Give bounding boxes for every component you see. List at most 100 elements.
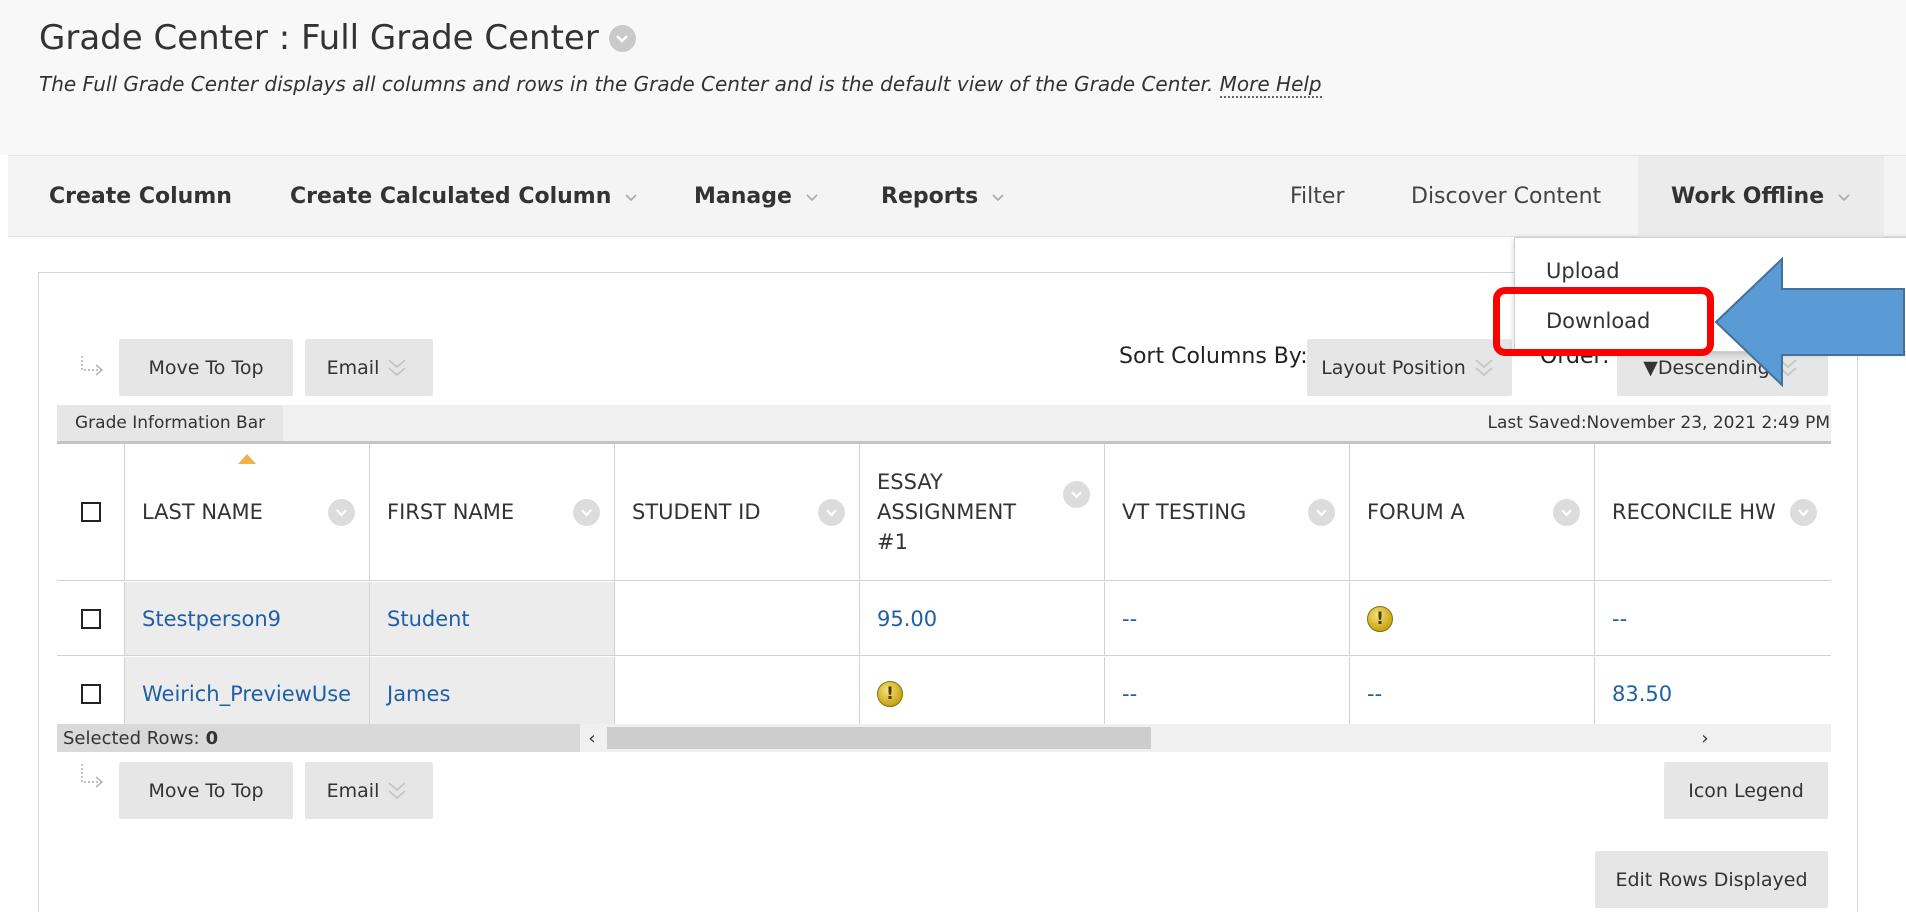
icon-legend-button[interactable]: Icon Legend xyxy=(1664,762,1828,819)
cell-last-name[interactable]: Stestperson9 xyxy=(125,582,370,655)
horizontal-scrollbar[interactable]: ‹ › xyxy=(580,724,1831,752)
email-menu-button-bottom[interactable]: Email xyxy=(305,762,433,819)
move-to-top-button[interactable]: Move To Top xyxy=(119,339,293,396)
filter-button[interactable]: Filter xyxy=(1290,156,1344,237)
email-label: Email xyxy=(326,356,380,379)
chevron-down-icon xyxy=(625,193,637,201)
cell-reconcile-hw[interactable]: -- xyxy=(1595,582,1831,655)
sort-columns-by-select[interactable]: Layout Position xyxy=(1307,339,1512,396)
page-title-text: Grade Center : Full Grade Center xyxy=(39,18,599,58)
column-header-reconcile-hw[interactable]: RECONCILE HW xyxy=(1595,444,1831,580)
cell-essay-assignment[interactable]: ! xyxy=(860,657,1105,731)
create-column-button[interactable]: Create Column xyxy=(49,156,232,237)
icon-legend-label: Icon Legend xyxy=(1688,779,1804,802)
manage-menu[interactable]: Manage xyxy=(694,156,820,237)
column-menu-chevron-icon[interactable] xyxy=(1553,499,1580,526)
email-menu-button[interactable]: Email xyxy=(305,339,433,396)
email-label: Email xyxy=(326,779,380,802)
column-header-label: FORUM A xyxy=(1367,500,1465,524)
column-header-essay-assignment[interactable]: ESSAY ASSIGNMENT #1 xyxy=(860,444,1105,580)
column-header-label: FIRST NAME xyxy=(387,500,515,524)
select-all-checkbox[interactable] xyxy=(80,502,101,522)
cell-last-name[interactable]: Weirich_PreviewUse xyxy=(125,657,370,731)
double-chevron-down-icon xyxy=(1475,358,1493,376)
move-to-top-button-bottom[interactable]: Move To Top xyxy=(119,762,293,819)
create-calculated-column-label: Create Calculated Column xyxy=(290,184,612,209)
selected-rows-label: Selected Rows: xyxy=(63,727,200,749)
column-menu-chevron-icon[interactable] xyxy=(1308,499,1335,526)
work-offline-menu[interactable]: Work Offline xyxy=(1638,156,1885,237)
column-header-vt-testing[interactable]: VT TESTING xyxy=(1105,444,1350,580)
cell-reconcile-hw[interactable]: 83.50 xyxy=(1595,657,1831,731)
column-header-forum-a[interactable]: FORUM A xyxy=(1350,444,1595,580)
table-row: Weirich_PreviewUse James ! -- -- 83.50 xyxy=(57,657,1831,731)
column-menu-chevron-icon[interactable] xyxy=(1790,499,1817,526)
move-to-top-label: Move To Top xyxy=(148,356,264,379)
sort-ascending-icon xyxy=(238,454,256,464)
table-row: Stestperson9 Student 95.00 -- ! -- xyxy=(57,582,1831,656)
sort-columns-by-label: Sort Columns By: xyxy=(1119,344,1308,369)
grid-header-row: LAST NAME FIRST NAME STUDENT ID ESSAY AS… xyxy=(57,444,1831,581)
cell-first-name[interactable]: Student xyxy=(370,582,615,655)
scroll-left-arrow-icon[interactable]: ‹ xyxy=(580,724,604,752)
cell-first-name[interactable]: James xyxy=(370,657,615,731)
column-menu-chevron-icon[interactable] xyxy=(818,499,845,526)
work-offline-label: Work Offline xyxy=(1671,184,1825,209)
create-calculated-column-menu[interactable]: Create Calculated Column xyxy=(290,156,639,237)
column-header-last-name[interactable]: LAST NAME xyxy=(125,444,370,580)
cell-student-id[interactable] xyxy=(615,657,860,731)
cell-vt-testing[interactable]: -- xyxy=(1105,582,1350,655)
column-header-label: LAST NAME xyxy=(142,500,263,524)
manage-label: Manage xyxy=(694,184,792,209)
reports-menu[interactable]: Reports xyxy=(881,156,1006,237)
callout-arrow-icon xyxy=(1714,256,1905,388)
grade-information-bar-tab[interactable]: Grade Information Bar xyxy=(57,405,284,441)
grade-grid: LAST NAME FIRST NAME STUDENT ID ESSAY AS… xyxy=(57,441,1831,731)
page-title: Grade Center : Full Grade Center xyxy=(39,18,636,58)
discover-content-button[interactable]: Discover Content xyxy=(1411,156,1601,237)
page-subtitle-text: The Full Grade Center displays all colum… xyxy=(39,72,1214,96)
double-chevron-down-icon xyxy=(388,781,406,799)
cell-student-id[interactable] xyxy=(615,582,860,655)
edit-rows-displayed-label: Edit Rows Displayed xyxy=(1615,868,1808,891)
title-options-chevron-icon[interactable] xyxy=(608,24,636,52)
column-header-label: VT TESTING xyxy=(1122,500,1247,524)
more-help-link[interactable]: More Help xyxy=(1219,72,1322,98)
chevron-down-icon xyxy=(1838,193,1850,201)
action-bar: Create Column Create Calculated Column M… xyxy=(8,155,1906,237)
double-chevron-down-icon xyxy=(388,358,406,376)
cell-essay-assignment[interactable]: 95.00 xyxy=(860,582,1105,655)
needs-grading-icon[interactable]: ! xyxy=(877,681,903,707)
menu-item-upload[interactable]: Upload xyxy=(1546,259,1620,283)
column-menu-chevron-icon[interactable] xyxy=(573,499,600,526)
column-header-label: STUDENT ID xyxy=(632,500,761,524)
discover-content-label: Discover Content xyxy=(1411,184,1602,209)
needs-grading-icon[interactable]: ! xyxy=(1367,605,1393,632)
cell-forum-a[interactable]: ! xyxy=(1350,582,1595,655)
move-to-top-label: Move To Top xyxy=(148,779,264,802)
column-header-label-line: #1 xyxy=(877,530,908,554)
cell-vt-testing[interactable]: -- xyxy=(1105,657,1350,731)
column-menu-chevron-icon[interactable] xyxy=(1063,481,1090,508)
column-header-label-line: ESSAY xyxy=(877,470,943,494)
row-select-cell xyxy=(57,582,125,655)
grade-information-bar-label: Grade Information Bar xyxy=(75,413,266,433)
column-header-student-id[interactable]: STUDENT ID xyxy=(615,444,860,580)
column-header-first-name[interactable]: FIRST NAME xyxy=(370,444,615,580)
cell-forum-a[interactable]: -- xyxy=(1350,657,1595,731)
row-checkbox[interactable] xyxy=(80,608,101,629)
corner-arrow-icon xyxy=(81,356,104,376)
page-subtitle: The Full Grade Center displays all colum… xyxy=(39,72,1322,98)
edit-rows-displayed-button[interactable]: Edit Rows Displayed xyxy=(1595,851,1828,908)
scrollbar-thumb[interactable] xyxy=(607,727,1151,749)
reports-label: Reports xyxy=(881,184,979,209)
scroll-right-arrow-icon[interactable]: › xyxy=(1693,724,1717,752)
page-header: Grade Center : Full Grade Center The Ful… xyxy=(0,0,1906,155)
column-menu-chevron-icon[interactable] xyxy=(328,499,355,526)
filter-label: Filter xyxy=(1290,184,1345,209)
selected-rows-count: 0 xyxy=(205,727,219,749)
row-checkbox[interactable] xyxy=(80,684,101,704)
selected-rows-status: Selected Rows: 0 xyxy=(57,724,580,752)
grade-center-page: Grade Center : Full Grade Center The Ful… xyxy=(0,0,1906,912)
chevron-down-icon xyxy=(992,193,1004,201)
